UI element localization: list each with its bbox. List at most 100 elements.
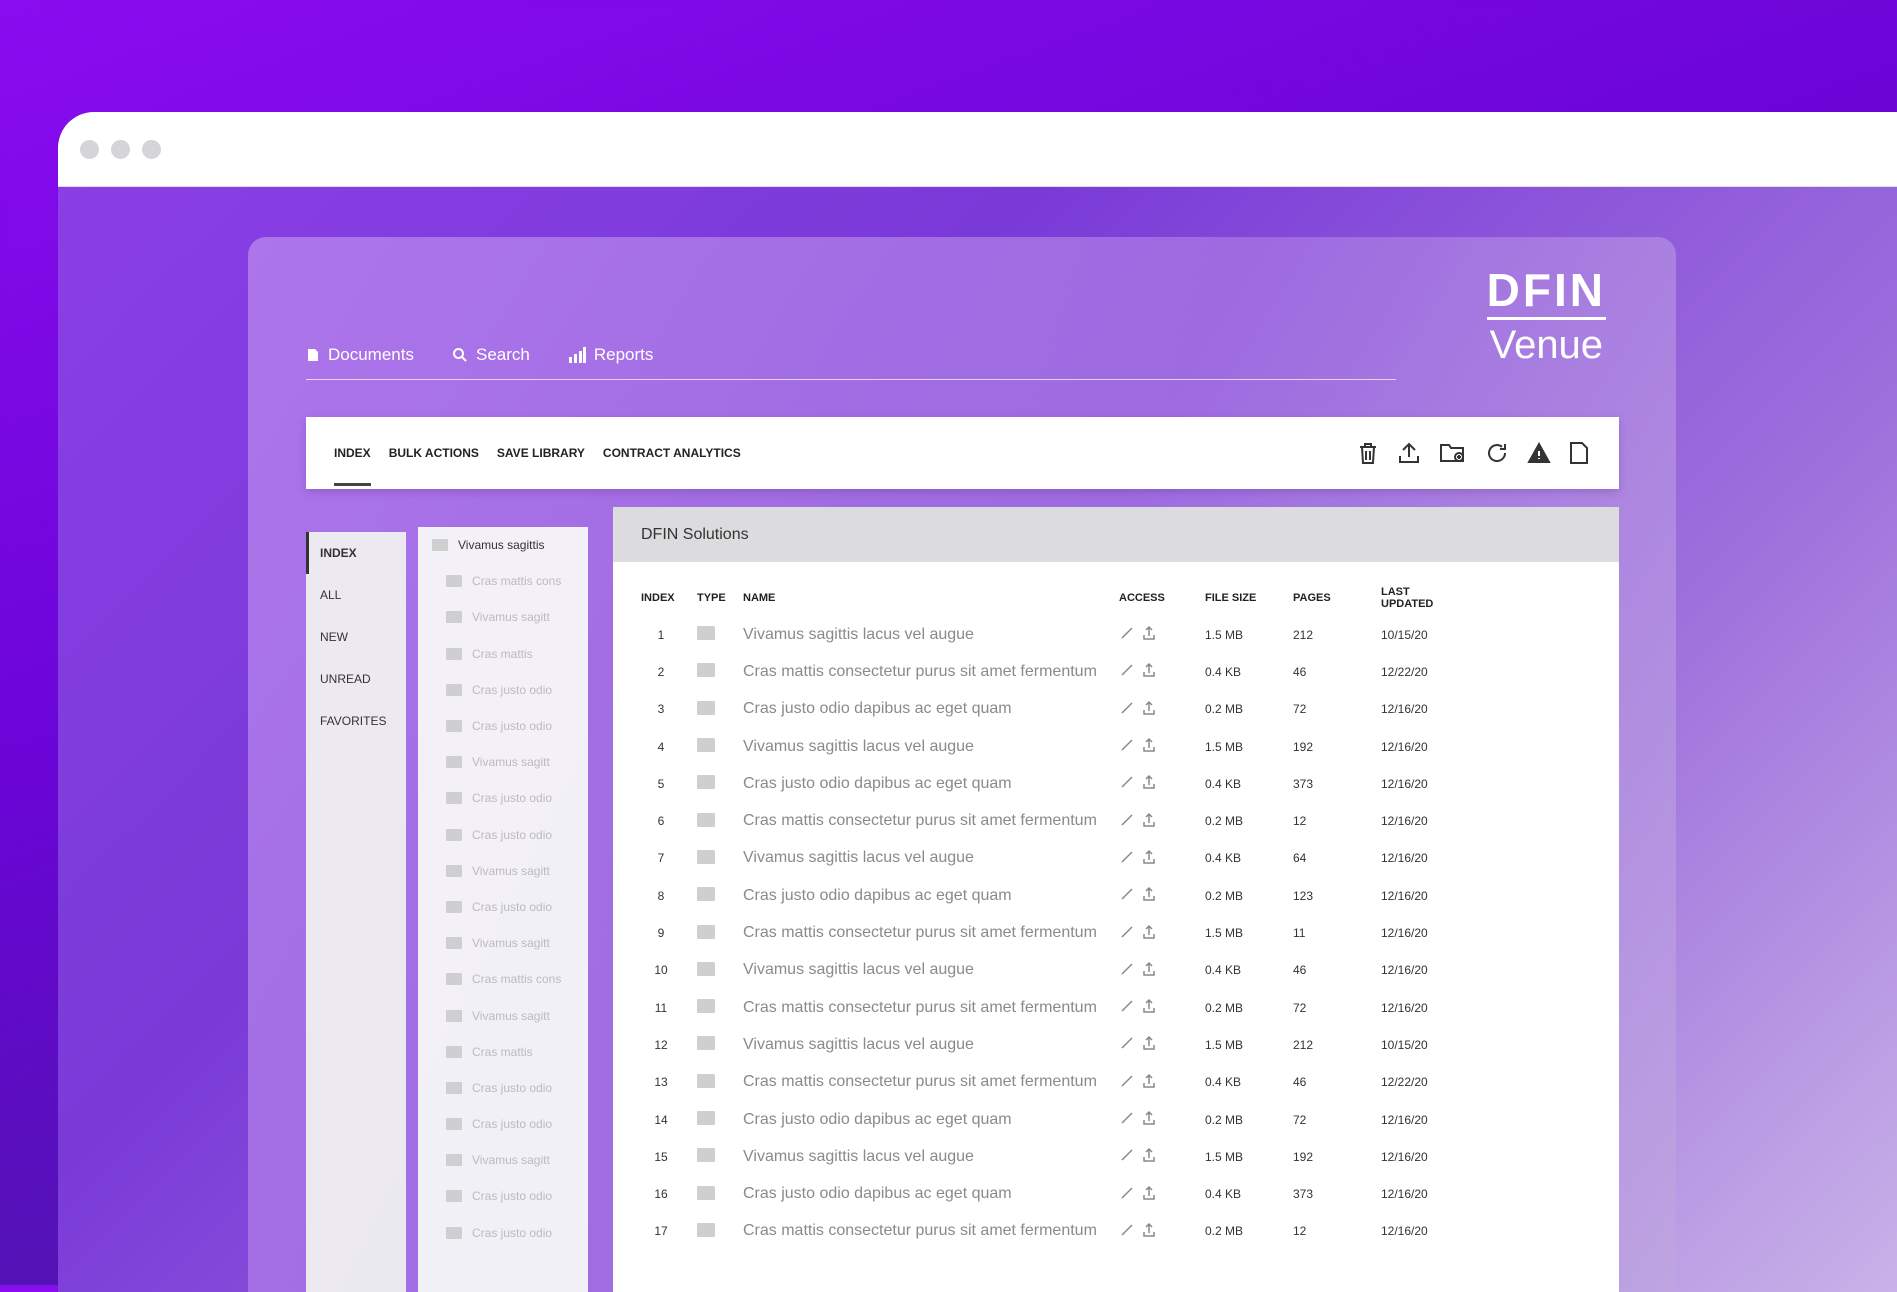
col-type[interactable]: TYPE <box>689 580 735 616</box>
col-name[interactable]: NAME <box>735 580 1111 616</box>
share-icon[interactable] <box>1141 849 1157 865</box>
tree-node[interactable]: Cras mattis cons <box>418 961 588 997</box>
table-row[interactable]: 17 Cras mattis consectetur purus sit amet… <box>633 1213 1461 1250</box>
share-icon[interactable] <box>1141 700 1157 716</box>
share-icon[interactable] <box>1141 1222 1157 1238</box>
window-minimize-dot[interactable] <box>111 139 130 159</box>
filter-unread[interactable]: UNREAD <box>306 658 406 700</box>
edit-icon[interactable] <box>1119 1035 1135 1051</box>
upload-icon[interactable] <box>1397 441 1421 465</box>
edit-icon[interactable] <box>1119 625 1135 641</box>
share-icon[interactable] <box>1141 625 1157 641</box>
nav-reports[interactable]: Reports <box>568 345 653 365</box>
col-index[interactable]: INDEX <box>633 580 689 616</box>
tree-node[interactable]: Cras justo odio <box>418 672 588 708</box>
tree-node[interactable]: Cras mattis <box>418 1034 588 1070</box>
edit-icon[interactable] <box>1119 1110 1135 1126</box>
edit-icon[interactable] <box>1119 1147 1135 1163</box>
share-icon[interactable] <box>1141 998 1157 1014</box>
tree-node[interactable]: Cras mattis cons <box>418 563 588 599</box>
share-icon[interactable] <box>1141 1035 1157 1051</box>
col-access[interactable]: ACCESS <box>1111 580 1197 616</box>
nav-documents[interactable]: Documents <box>306 345 414 365</box>
filter-favorites[interactable]: FAVORITES <box>306 700 406 742</box>
share-icon[interactable] <box>1141 774 1157 790</box>
filter-new[interactable]: NEW <box>306 616 406 658</box>
filter-index[interactable]: INDEX <box>306 532 406 574</box>
tree-node[interactable]: Vivamus sagitt <box>418 1142 588 1178</box>
share-icon[interactable] <box>1141 662 1157 678</box>
tree-node[interactable]: Cras justo odio <box>418 889 588 925</box>
table-row[interactable]: 12 Vivamus sagittis lacus vel augue 1.5 MB… <box>633 1026 1461 1063</box>
share-icon[interactable] <box>1141 737 1157 753</box>
tree-node[interactable]: Vivamus sagitt <box>418 744 588 780</box>
filter-all[interactable]: ALL <box>306 574 406 616</box>
tab-contract-analytics[interactable]: CONTRACT ANALYTICS <box>603 440 741 466</box>
table-row[interactable]: 7 Vivamus sagittis lacus vel augue 0.4 KB 6… <box>633 840 1461 877</box>
table-row[interactable]: 3 Cras justo odio dapibus ac eget quam 0.2… <box>633 691 1461 728</box>
table-row[interactable]: 16 Cras justo odio dapibus ac eget quam 0.… <box>633 1175 1461 1212</box>
window-maximize-dot[interactable] <box>142 139 161 159</box>
col-pages[interactable]: PAGES <box>1285 580 1373 616</box>
table-row[interactable]: 6 Cras mattis consectetur purus sit amet … <box>633 802 1461 839</box>
edit-icon[interactable] <box>1119 1185 1135 1201</box>
edit-icon[interactable] <box>1119 998 1135 1014</box>
share-icon[interactable] <box>1141 1110 1157 1126</box>
tree-node[interactable]: Vivamus sagittis <box>418 527 588 563</box>
table-row[interactable]: 11 Cras mattis consectetur purus sit amet… <box>633 989 1461 1026</box>
table-row[interactable]: 4 Vivamus sagittis lacus vel augue 1.5 MB 1… <box>633 728 1461 765</box>
share-icon[interactable] <box>1141 961 1157 977</box>
table-row[interactable]: 8 Cras justo odio dapibus ac eget quam 0.2… <box>633 877 1461 914</box>
tree-node[interactable]: Cras justo odio <box>418 1070 588 1106</box>
tab-save-library[interactable]: SAVE LIBRARY <box>497 440 585 466</box>
tree-node[interactable]: Cras justo odio <box>418 1215 588 1251</box>
share-icon[interactable] <box>1141 1185 1157 1201</box>
share-icon[interactable] <box>1141 886 1157 902</box>
tree-node[interactable]: Cras justo odio <box>418 1178 588 1214</box>
table-row[interactable]: 13 Cras mattis consectetur purus sit amet… <box>633 1064 1461 1101</box>
edit-icon[interactable] <box>1119 700 1135 716</box>
trash-icon[interactable] <box>1357 441 1379 465</box>
share-icon[interactable] <box>1141 1073 1157 1089</box>
tree-node[interactable]: Cras justo odio <box>418 708 588 744</box>
col-file-size[interactable]: FILE SIZE <box>1197 580 1285 616</box>
share-icon[interactable] <box>1141 924 1157 940</box>
warning-icon[interactable] <box>1527 441 1551 465</box>
window-close-dot[interactable] <box>80 139 99 159</box>
col-last-updated[interactable]: LAST UPDATED <box>1373 580 1461 616</box>
tree-node[interactable]: Vivamus sagitt <box>418 925 588 961</box>
add-folder-icon[interactable] <box>1439 441 1467 465</box>
nav-search[interactable]: Search <box>452 345 530 365</box>
tree-node[interactable]: Vivamus sagitt <box>418 853 588 889</box>
table-row[interactable]: 9 Cras mattis consectetur purus sit amet … <box>633 914 1461 951</box>
tree-node[interactable]: Cras justo odio <box>418 780 588 816</box>
edit-icon[interactable] <box>1119 774 1135 790</box>
tree-node[interactable]: Cras justo odio <box>418 817 588 853</box>
tab-index[interactable]: INDEX <box>334 440 371 486</box>
edit-icon[interactable] <box>1119 886 1135 902</box>
file-icon[interactable] <box>1569 441 1589 465</box>
tree-node[interactable]: Vivamus sagitt <box>418 997 588 1033</box>
tab-bulk-actions[interactable]: BULK ACTIONS <box>389 440 479 466</box>
share-icon[interactable] <box>1141 1147 1157 1163</box>
refresh-icon[interactable] <box>1485 441 1509 465</box>
edit-icon[interactable] <box>1119 1222 1135 1238</box>
tree-node[interactable]: Vivamus sagitt <box>418 599 588 635</box>
edit-icon[interactable] <box>1119 1073 1135 1089</box>
table-row[interactable]: 14 Cras justo odio dapibus ac eget quam 0.… <box>633 1101 1461 1138</box>
edit-icon[interactable] <box>1119 961 1135 977</box>
tree-node[interactable]: Cras mattis <box>418 636 588 672</box>
table-row[interactable]: 10 Vivamus sagittis lacus vel augue 0.4 KB… <box>633 952 1461 989</box>
edit-icon[interactable] <box>1119 812 1135 828</box>
table-row[interactable]: 2 Cras mattis consectetur purus sit amet … <box>633 653 1461 690</box>
tree-node[interactable]: Cras justo odio <box>418 1106 588 1142</box>
edit-icon[interactable] <box>1119 662 1135 678</box>
edit-icon[interactable] <box>1119 849 1135 865</box>
table-row[interactable]: 15 Vivamus sagittis lacus vel augue 1.5 MB… <box>633 1138 1461 1175</box>
edit-icon[interactable] <box>1119 924 1135 940</box>
table-row[interactable]: 1 Vivamus sagittis lacus vel augue 1.5 MB 2… <box>633 616 1461 653</box>
table-row[interactable]: 5 Cras justo odio dapibus ac eget quam 0.4… <box>633 765 1461 802</box>
folder-icon <box>446 900 462 913</box>
share-icon[interactable] <box>1141 812 1157 828</box>
edit-icon[interactable] <box>1119 737 1135 753</box>
